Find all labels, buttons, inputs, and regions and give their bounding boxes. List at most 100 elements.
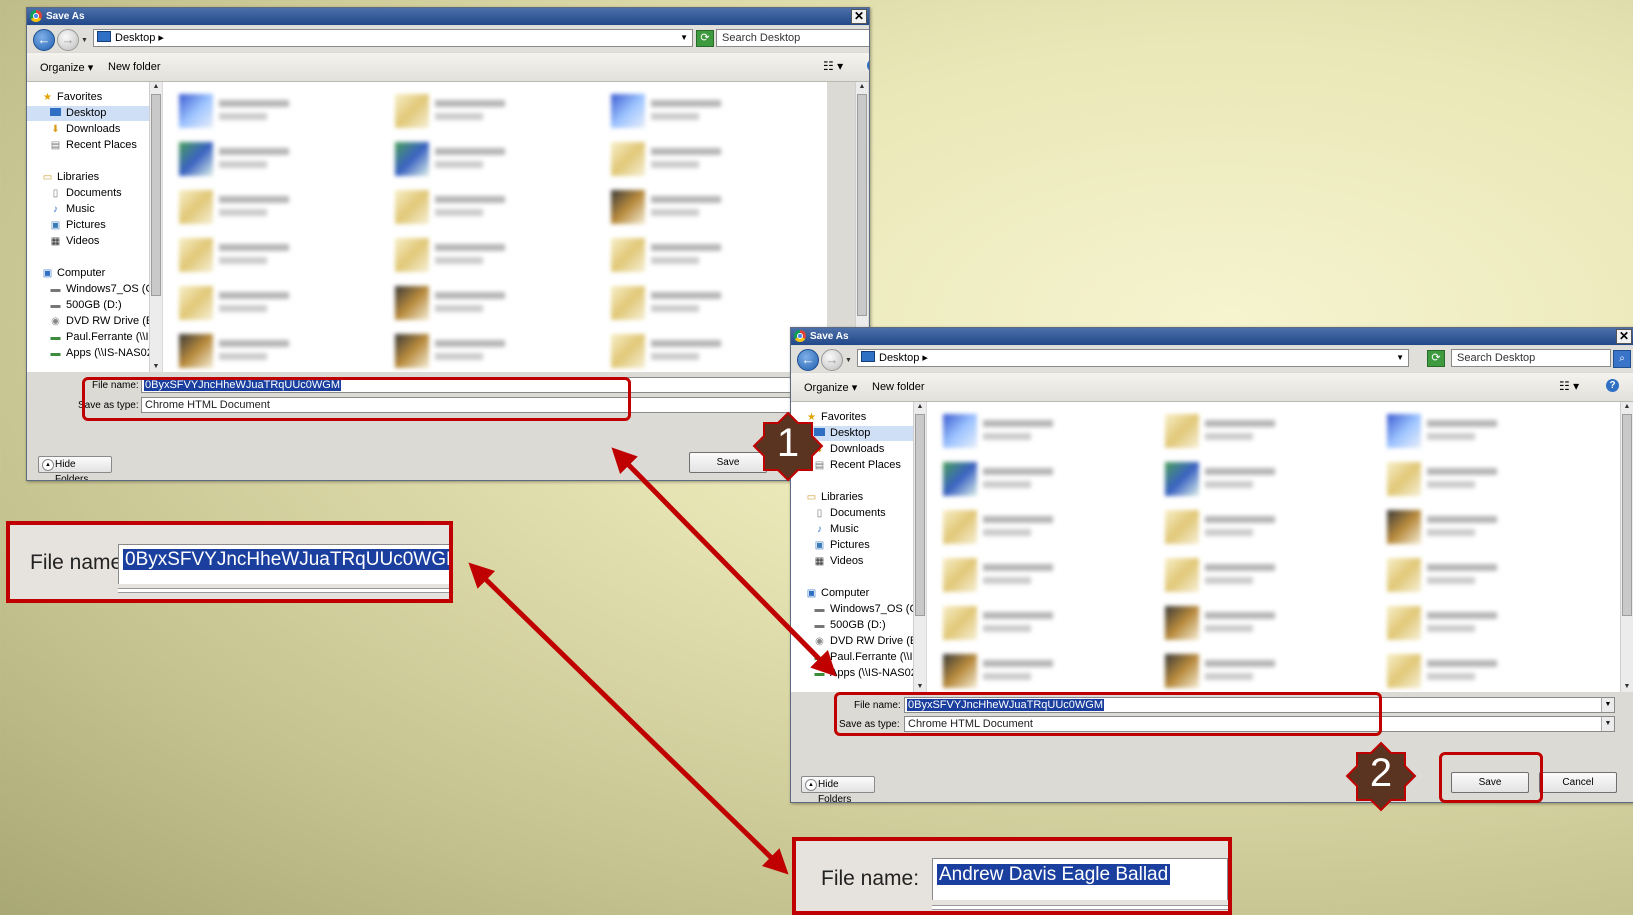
blurred-file-item[interactable] (395, 88, 595, 134)
nav-videos[interactable]: ▦ Videos (791, 554, 913, 569)
blurred-file-item[interactable] (395, 136, 595, 182)
blurred-file-item[interactable] (1387, 552, 1587, 598)
blurred-file-item[interactable] (611, 328, 811, 372)
blurred-file-item[interactable] (943, 504, 1143, 550)
recent-locations-chevron-icon[interactable]: ▼ (81, 37, 88, 44)
blurred-file-item[interactable] (395, 280, 595, 326)
file-list-scrollbar-thumb[interactable] (1622, 414, 1632, 616)
blurred-file-item[interactable] (611, 136, 811, 182)
hide-folders-button[interactable]: ▲ Hide Folders (38, 456, 112, 480)
search-input[interactable]: Search Desktop (716, 29, 869, 47)
hide-folders-button[interactable]: ▲ Hide Folders (801, 776, 875, 802)
close-icon[interactable]: ✕ (1616, 329, 1632, 344)
nav-libraries[interactable]: ▭ Libraries (791, 490, 913, 505)
blurred-file-item[interactable] (611, 184, 811, 230)
file-list-scrollbar-thumb[interactable] (857, 94, 867, 316)
blurred-file-item[interactable] (611, 232, 811, 278)
file-list-scrollbar[interactable]: ▲ ▼ (1620, 402, 1633, 692)
blurred-file-item[interactable] (179, 232, 379, 278)
cancel-button[interactable]: Cancel (1539, 772, 1617, 793)
nav-scrollbar[interactable]: ▲ ▼ (149, 82, 162, 372)
save-as-type-dropdown-icon[interactable]: ▼ (1601, 717, 1614, 731)
nav-scrollbar-thumb[interactable] (915, 414, 925, 616)
blurred-file-item[interactable] (943, 648, 1143, 692)
blurred-file-item[interactable] (1387, 600, 1587, 646)
nav-favorites[interactable]: ★ Favorites (791, 410, 913, 425)
blurred-file-item[interactable] (1165, 504, 1365, 550)
nav-recent-places[interactable]: ▤ Recent Places (27, 138, 149, 153)
blurred-file-item[interactable] (943, 552, 1143, 598)
back-arrow-icon[interactable]: ← (33, 29, 55, 51)
nav-drive-c[interactable]: ▬Windows7_OS (C:) (27, 282, 150, 297)
search-input[interactable]: Search Desktop (1451, 349, 1611, 367)
nav-videos[interactable]: ▦ Videos (27, 234, 149, 249)
scroll-up-icon[interactable]: ▲ (1621, 402, 1633, 412)
back-arrow-icon[interactable]: ← (797, 349, 819, 371)
nav-scrollbar[interactable]: ▲ ▼ (913, 402, 926, 692)
scroll-up-icon[interactable]: ▲ (914, 402, 926, 412)
nav-desktop[interactable]: Desktop (791, 426, 913, 441)
blurred-file-item[interactable] (611, 88, 811, 134)
nav-libraries[interactable]: ▭ Libraries (27, 170, 149, 185)
nav-recent-places[interactable]: ▤ Recent Places (791, 458, 913, 473)
forward-arrow-icon[interactable]: → (821, 349, 843, 371)
nav-music[interactable]: ♪ Music (791, 522, 913, 537)
blurred-file-item[interactable] (943, 600, 1143, 646)
blurred-file-item[interactable] (179, 88, 379, 134)
blurred-file-item[interactable] (1165, 408, 1365, 454)
nav-downloads[interactable]: ⬇ Downloads (791, 442, 913, 457)
nav-network-apps[interactable]: ▬ Apps (\\IS-NAS02) (27, 346, 150, 361)
organize-button[interactable]: Organize ▾ (40, 61, 93, 74)
nav-drive-c[interactable]: ▬Windows7_OS (C:) (791, 602, 914, 617)
blurred-file-item[interactable] (395, 328, 595, 372)
scroll-up-icon[interactable]: ▲ (856, 82, 868, 92)
nav-drive-d[interactable]: ▬ 500GB (D:) (27, 298, 149, 313)
view-options-icon[interactable]: ☷ ▾ (1559, 379, 1579, 393)
nav-dvd-drive[interactable]: ◉DVD RW Drive (E:) (27, 314, 149, 329)
blurred-file-item[interactable] (395, 232, 595, 278)
organize-button[interactable]: Organize ▾ (804, 381, 857, 394)
blurred-file-item[interactable] (1165, 648, 1365, 692)
nav-computer[interactable]: ▣ Computer (791, 586, 913, 601)
scroll-up-icon[interactable]: ▲ (150, 82, 162, 92)
address-bar[interactable]: Desktop ▸ ▼ (857, 349, 1409, 367)
scroll-down-icon[interactable]: ▼ (1621, 682, 1633, 692)
save-button[interactable]: Save (689, 452, 767, 473)
blurred-file-item[interactable] (1165, 552, 1365, 598)
nav-documents[interactable]: ▯ Documents (791, 506, 913, 521)
view-options-icon[interactable]: ☷ ▾ (823, 59, 843, 73)
blurred-file-item[interactable] (1387, 504, 1587, 550)
blurred-file-item[interactable] (1387, 408, 1587, 454)
blurred-file-item[interactable] (179, 136, 379, 182)
scroll-down-icon[interactable]: ▼ (150, 362, 162, 372)
nav-network-paul[interactable]: ▬ Paul.Ferrante (\\IS (27, 330, 150, 345)
nav-dvd-drive[interactable]: ◉DVD RW Drive (E:) (791, 634, 913, 649)
blurred-file-item[interactable] (1165, 456, 1365, 502)
blurred-file-item[interactable] (179, 280, 379, 326)
address-bar[interactable]: Desktop ▸ ▼ (93, 29, 693, 47)
nav-pictures[interactable]: ▣ Pictures (791, 538, 913, 553)
nav-network-paul[interactable]: ▬ Paul.Ferrante (\\IS (791, 650, 914, 665)
file-name-dropdown-icon[interactable]: ▼ (1601, 698, 1614, 712)
nav-documents[interactable]: ▯ Documents (27, 186, 149, 201)
blurred-file-item[interactable] (395, 184, 595, 230)
refresh-icon[interactable]: ⟳ (1427, 350, 1445, 367)
address-dropdown-icon[interactable]: ▼ (680, 30, 688, 46)
recent-locations-chevron-icon[interactable]: ▼ (845, 357, 852, 364)
refresh-icon[interactable]: ⟳ (696, 30, 714, 47)
nav-music[interactable]: ♪ Music (27, 202, 149, 217)
blurred-file-item[interactable] (179, 184, 379, 230)
blurred-file-item[interactable] (1165, 600, 1365, 646)
new-folder-button[interactable]: New folder (872, 381, 925, 393)
blurred-file-item[interactable] (1387, 456, 1587, 502)
nav-computer[interactable]: ▣ Computer (27, 266, 149, 281)
nav-desktop[interactable]: Desktop (27, 106, 149, 121)
blurred-file-item[interactable] (1387, 648, 1587, 692)
nav-downloads[interactable]: ⬇ Downloads (27, 122, 149, 137)
blurred-file-item[interactable] (179, 328, 379, 372)
nav-pictures[interactable]: ▣ Pictures (27, 218, 149, 233)
help-icon[interactable]: ? (1606, 379, 1619, 392)
help-icon[interactable]: ? (867, 59, 869, 72)
nav-favorites[interactable]: ★ Favorites (27, 90, 149, 105)
new-folder-button[interactable]: New folder (108, 61, 161, 73)
